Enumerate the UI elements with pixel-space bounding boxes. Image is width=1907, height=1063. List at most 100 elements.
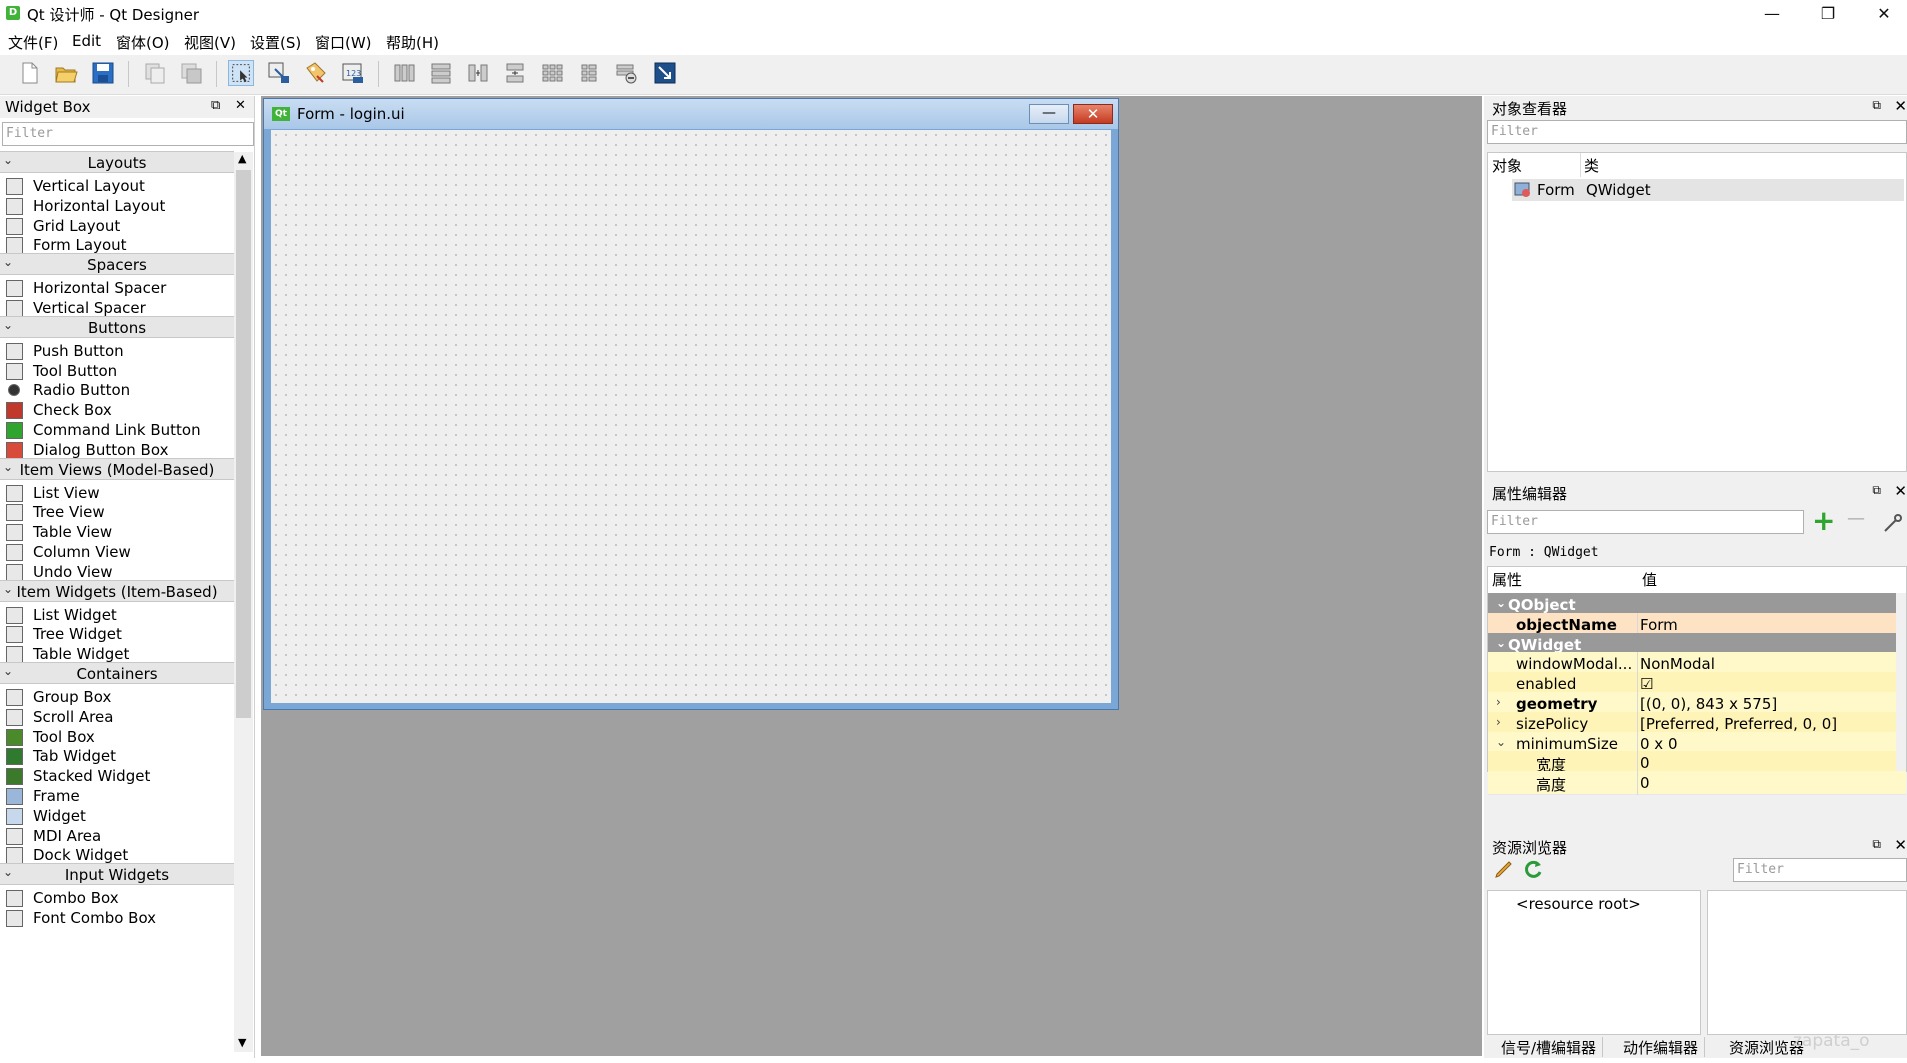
property-value[interactable]: [(0, 0), 843 x 575]: [1640, 695, 1777, 713]
lay-out-vertical-splitter-icon[interactable]: [502, 60, 528, 86]
widget-item-label: Tool Button: [33, 361, 118, 380]
break-layout-icon[interactable]: [613, 60, 639, 86]
form-window[interactable]: Qt Form - login.ui — ✕: [263, 98, 1119, 710]
edit-buddies-icon[interactable]: [303, 60, 329, 86]
menu-form[interactable]: 窗体(O): [116, 32, 170, 53]
property-value[interactable]: 0: [1640, 754, 1650, 772]
widget-item-label: Push Button: [33, 341, 124, 360]
category-label: Layouts: [87, 154, 147, 172]
menu-help[interactable]: 帮助(H): [386, 32, 439, 53]
chevron-right-icon[interactable]: ›: [1496, 695, 1501, 709]
menu-view[interactable]: 视图(V): [184, 32, 236, 53]
menu-settings[interactable]: 设置(S): [250, 32, 301, 53]
lay-out-horizontally-icon[interactable]: [391, 60, 417, 86]
category-header[interactable]: ⌄ Spacers: [0, 253, 234, 276]
property-value[interactable]: 0: [1640, 774, 1650, 792]
chevron-right-icon[interactable]: ›: [1496, 715, 1501, 729]
maximize-button[interactable]: ❐: [1805, 0, 1851, 29]
property-row[interactable]: 高度 0: [1488, 771, 1906, 796]
table-widget-icon: [6, 646, 23, 664]
widget-item-label: List Widget: [33, 605, 117, 624]
widget-item-label: Font Combo Box: [33, 909, 157, 927]
menu-window[interactable]: 窗口(W): [315, 32, 372, 53]
column-header-object[interactable]: 对象: [1492, 155, 1522, 179]
form-close-button[interactable]: ✕: [1073, 104, 1113, 124]
copy-icon[interactable]: [142, 60, 168, 86]
float-icon[interactable]: ⧉: [1872, 837, 1881, 852]
property-name: minimumSize: [1516, 734, 1618, 753]
float-icon[interactable]: ⧉: [211, 98, 220, 113]
menu-file[interactable]: 文件(F): [8, 32, 58, 53]
enabled-checkbox[interactable]: ☑: [1640, 675, 1653, 693]
lay-out-form-icon[interactable]: [576, 60, 602, 86]
column-header-property[interactable]: 属性: [1492, 569, 1522, 593]
property-editor-title: 属性编辑器: [1492, 485, 1568, 503]
category-header[interactable]: ⌄ Buttons: [0, 315, 234, 338]
remove-property-icon[interactable]: —: [1847, 508, 1865, 529]
category-header[interactable]: ⌄ Input Widgets: [0, 863, 234, 886]
property-value[interactable]: [Preferred, Preferred, 0, 0]: [1640, 715, 1837, 733]
configure-icon[interactable]: [1882, 512, 1904, 534]
form-minimize-button[interactable]: —: [1029, 104, 1069, 124]
scrollbar-thumb[interactable]: [236, 170, 251, 718]
grid-layout-icon: [6, 217, 23, 235]
add-property-icon[interactable]: +: [1812, 504, 1835, 537]
chevron-down-icon[interactable]: ⌄: [1496, 636, 1506, 650]
close-icon[interactable]: ✕: [1894, 836, 1907, 854]
category-header[interactable]: ⌄ Containers: [0, 662, 234, 684]
resource-filter-input[interactable]: Filter: [1733, 858, 1907, 882]
resource-root-item[interactable]: <resource root>: [1516, 895, 1641, 913]
property-value[interactable]: NonModal: [1640, 655, 1715, 673]
property-editor-filter-input[interactable]: Filter: [1487, 510, 1804, 534]
chevron-down-icon[interactable]: ⌄: [1496, 596, 1506, 610]
column-header-value[interactable]: 值: [1642, 569, 1657, 593]
scroll-down-icon[interactable]: ▼: [238, 1036, 246, 1049]
tab-action-editor[interactable]: 动作编辑器: [1617, 1037, 1706, 1057]
close-icon[interactable]: ✕: [1894, 97, 1907, 115]
widget-icon: [6, 807, 23, 825]
edit-widgets-icon[interactable]: [228, 60, 254, 86]
edit-signals-slots-icon[interactable]: [266, 60, 292, 86]
widget-item-label: Stacked Widget: [33, 767, 151, 786]
widget-item-label: Radio Button: [33, 381, 131, 400]
close-icon[interactable]: ✕: [1894, 482, 1907, 500]
minimize-button[interactable]: —: [1749, 0, 1795, 29]
object-inspector-filter-input[interactable]: Filter: [1487, 120, 1907, 144]
lay-out-grid-icon[interactable]: [539, 60, 565, 86]
property-value[interactable]: 0 x 0: [1640, 735, 1678, 753]
new-file-icon[interactable]: [16, 60, 42, 86]
float-icon[interactable]: ⧉: [1872, 98, 1881, 113]
chevron-down-icon[interactable]: ⌄: [1496, 735, 1506, 749]
menu-edit[interactable]: Edit: [72, 32, 101, 50]
widget-item[interactable]: Font Combo Box: [0, 906, 234, 930]
save-icon[interactable]: [90, 60, 116, 86]
paste-icon[interactable]: [178, 60, 204, 86]
edit-tab-order-icon[interactable]: 123: [340, 60, 366, 86]
form-title-bar[interactable]: Qt Form - login.ui — ✕: [264, 99, 1118, 129]
category-label: Buttons: [87, 318, 147, 337]
scroll-up-icon[interactable]: ▲: [238, 152, 246, 165]
close-button[interactable]: ✕: [1861, 0, 1907, 29]
property-name: 高度: [1536, 776, 1567, 795]
open-folder-icon[interactable]: [53, 60, 79, 86]
property-name: enabled: [1516, 675, 1577, 694]
float-icon[interactable]: ⧉: [1872, 483, 1881, 498]
tree-row-form[interactable]: Form QWidget: [1512, 179, 1904, 201]
tab-signal-slot-editor[interactable]: 信号/槽编辑器: [1495, 1037, 1604, 1057]
form-design-canvas[interactable]: [271, 130, 1111, 703]
property-scrollbar[interactable]: [1896, 593, 1906, 771]
property-value[interactable]: Form: [1640, 616, 1678, 634]
widget-box-filter-input[interactable]: Filter: [2, 122, 254, 146]
lay-out-vertically-icon[interactable]: [428, 60, 454, 86]
edit-resources-icon[interactable]: [1493, 858, 1515, 880]
widget-box-scrollbar[interactable]: ▲ ▼: [234, 152, 253, 1052]
reload-icon[interactable]: [1522, 858, 1544, 880]
adjust-size-icon[interactable]: [652, 60, 678, 86]
category-header[interactable]: ⌄ Item Views (Model-Based): [0, 457, 234, 480]
close-icon[interactable]: ✕: [235, 98, 246, 113]
category-header[interactable]: ⌄ Layouts: [0, 151, 234, 173]
category-header[interactable]: ⌄ Item Widgets (Item-Based): [0, 579, 234, 602]
font-combo-box-icon: [6, 910, 23, 927]
column-header-class[interactable]: 类: [1584, 155, 1599, 179]
lay-out-horizontal-splitter-icon[interactable]: [465, 60, 491, 86]
